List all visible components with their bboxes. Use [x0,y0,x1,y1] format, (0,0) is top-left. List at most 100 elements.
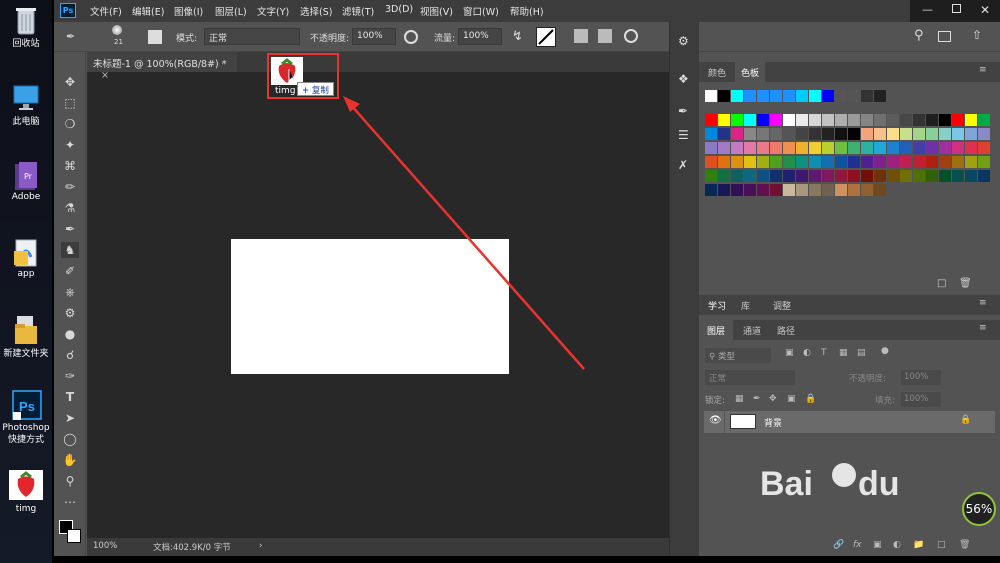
lock-pixels-icon[interactable]: ✒ [753,394,761,404]
color-swatch[interactable] [757,184,769,196]
pressure-opacity-icon[interactable] [404,30,418,44]
panel-menu-icon[interactable]: ≡ [979,65,987,75]
canvas[interactable] [231,239,509,374]
color-swatch[interactable] [770,114,782,126]
color-swatch[interactable] [744,114,756,126]
color-swatch[interactable] [744,184,756,196]
color-swatch[interactable] [796,156,808,168]
color-swatch[interactable] [978,170,990,182]
color-swatch[interactable] [965,156,977,168]
color-swatch[interactable] [705,156,717,168]
menu-image[interactable]: 图像(I) [174,4,203,18]
color-swatch[interactable] [705,114,717,126]
eyedropper-tool-icon[interactable]: ✏ [61,179,79,195]
minimize-icon[interactable]: — [922,3,933,16]
color-swatch[interactable] [822,184,834,196]
color-swatch[interactable] [926,142,938,154]
color-swatch[interactable] [731,90,743,102]
desktop-icon-this-pc[interactable]: 此电脑 [0,82,52,127]
color-swatch[interactable] [887,156,899,168]
color-swatch[interactable] [900,128,912,140]
color-swatch[interactable] [952,114,964,126]
color-swatch[interactable] [731,128,743,140]
color-swatch[interactable] [848,156,860,168]
tab-paths[interactable]: 路径 [777,324,795,337]
desktop-icon-photoshop-shortcut[interactable]: Ps Photoshop 快捷方式 [0,390,52,446]
character-panel-icon[interactable]: ❖ [678,72,689,86]
menu-file[interactable]: 文件(F) [90,4,122,18]
color-swatch[interactable] [757,170,769,182]
color-swatch[interactable] [848,128,860,140]
color-swatch[interactable] [939,114,951,126]
color-swatch[interactable] [835,170,847,182]
delete-swatch-icon[interactable]: 🗑 [959,278,972,289]
mode-select[interactable]: 正常 [204,28,300,45]
color-swatch[interactable] [835,128,847,140]
color-swatch[interactable] [757,90,769,102]
share-icon[interactable]: ⇧ [972,28,982,42]
color-swatch[interactable] [913,114,925,126]
background-color-swatch[interactable] [67,529,81,543]
close-icon[interactable]: ✕ [980,3,990,17]
color-swatch[interactable] [809,184,821,196]
magic-wand-tool-icon[interactable]: ✦ [61,137,79,153]
menu-type[interactable]: 文字(Y) [257,4,289,18]
eye-icon[interactable]: 👁 [709,415,722,426]
color-swatch[interactable] [848,142,860,154]
color-swatch[interactable] [965,128,977,140]
color-swatch[interactable] [783,184,795,196]
color-swatch[interactable] [783,142,795,154]
color-swatch[interactable] [770,170,782,182]
color-swatch[interactable] [835,184,847,196]
lasso-tool-icon[interactable]: ❍ [61,116,79,132]
color-swatch[interactable] [783,128,795,140]
color-swatch[interactable] [718,184,730,196]
brush-panel-icon[interactable] [148,30,162,44]
menu-select[interactable]: 选择(S) [300,4,332,18]
lock-all-icon[interactable]: 🔒 [805,394,816,404]
menu-window[interactable]: 窗口(W) [463,4,499,18]
marquee-tool-icon[interactable]: ⬚ [61,95,79,111]
color-swatch[interactable] [887,142,899,154]
color-swatch[interactable] [757,128,769,140]
dodge-tool-icon[interactable]: ☌ [61,347,79,363]
color-swatch[interactable] [874,170,886,182]
color-swatch[interactable] [744,156,756,168]
tab-channels[interactable]: 通道 [743,324,761,337]
color-swatch[interactable] [757,156,769,168]
color-swatch[interactable] [874,184,886,196]
airbrush-icon[interactable]: ↯ [512,29,523,44]
color-swatch[interactable] [809,142,821,154]
color-swatch[interactable] [861,114,873,126]
color-swatch[interactable] [835,156,847,168]
color-swatch[interactable] [913,170,925,182]
color-swatch[interactable] [770,142,782,154]
brush-tool-icon[interactable]: ✒ [66,30,75,43]
panel-menu-icon[interactable]: ≡ [979,298,987,308]
color-swatch[interactable] [874,90,886,102]
color-swatch[interactable] [900,170,912,182]
color-swatch[interactable] [783,156,795,168]
color-swatch[interactable] [718,114,730,126]
color-swatch[interactable] [848,170,860,182]
color-swatch[interactable] [757,114,769,126]
color-swatch[interactable] [874,142,886,154]
fill-input[interactable]: 100% [901,392,941,407]
color-swatch[interactable] [939,170,951,182]
hand-tool-icon[interactable]: ✋ [61,452,79,468]
tab-layers[interactable]: 图层 [699,320,734,341]
tab-swatches[interactable]: 色板 [735,62,766,83]
color-swatch[interactable] [744,142,756,154]
desktop-icon-new-folder[interactable]: 新建文件夹 [0,314,52,359]
healing-brush-tool-icon[interactable]: ⚗ [61,200,79,216]
color-swatch[interactable] [913,156,925,168]
color-swatch[interactable] [978,114,990,126]
color-swatch[interactable] [796,114,808,126]
color-swatch[interactable] [783,114,795,126]
menu-3d[interactable]: 3D(D) [385,4,413,15]
history-panel-icon[interactable]: ⚙ [678,34,689,48]
lock-artboard-icon[interactable]: ▣ [787,394,796,404]
paint-bucket-tool-icon[interactable]: ⚙ [61,305,79,321]
tab-close-icon[interactable]: × [101,70,109,81]
color-swatch[interactable] [952,128,964,140]
